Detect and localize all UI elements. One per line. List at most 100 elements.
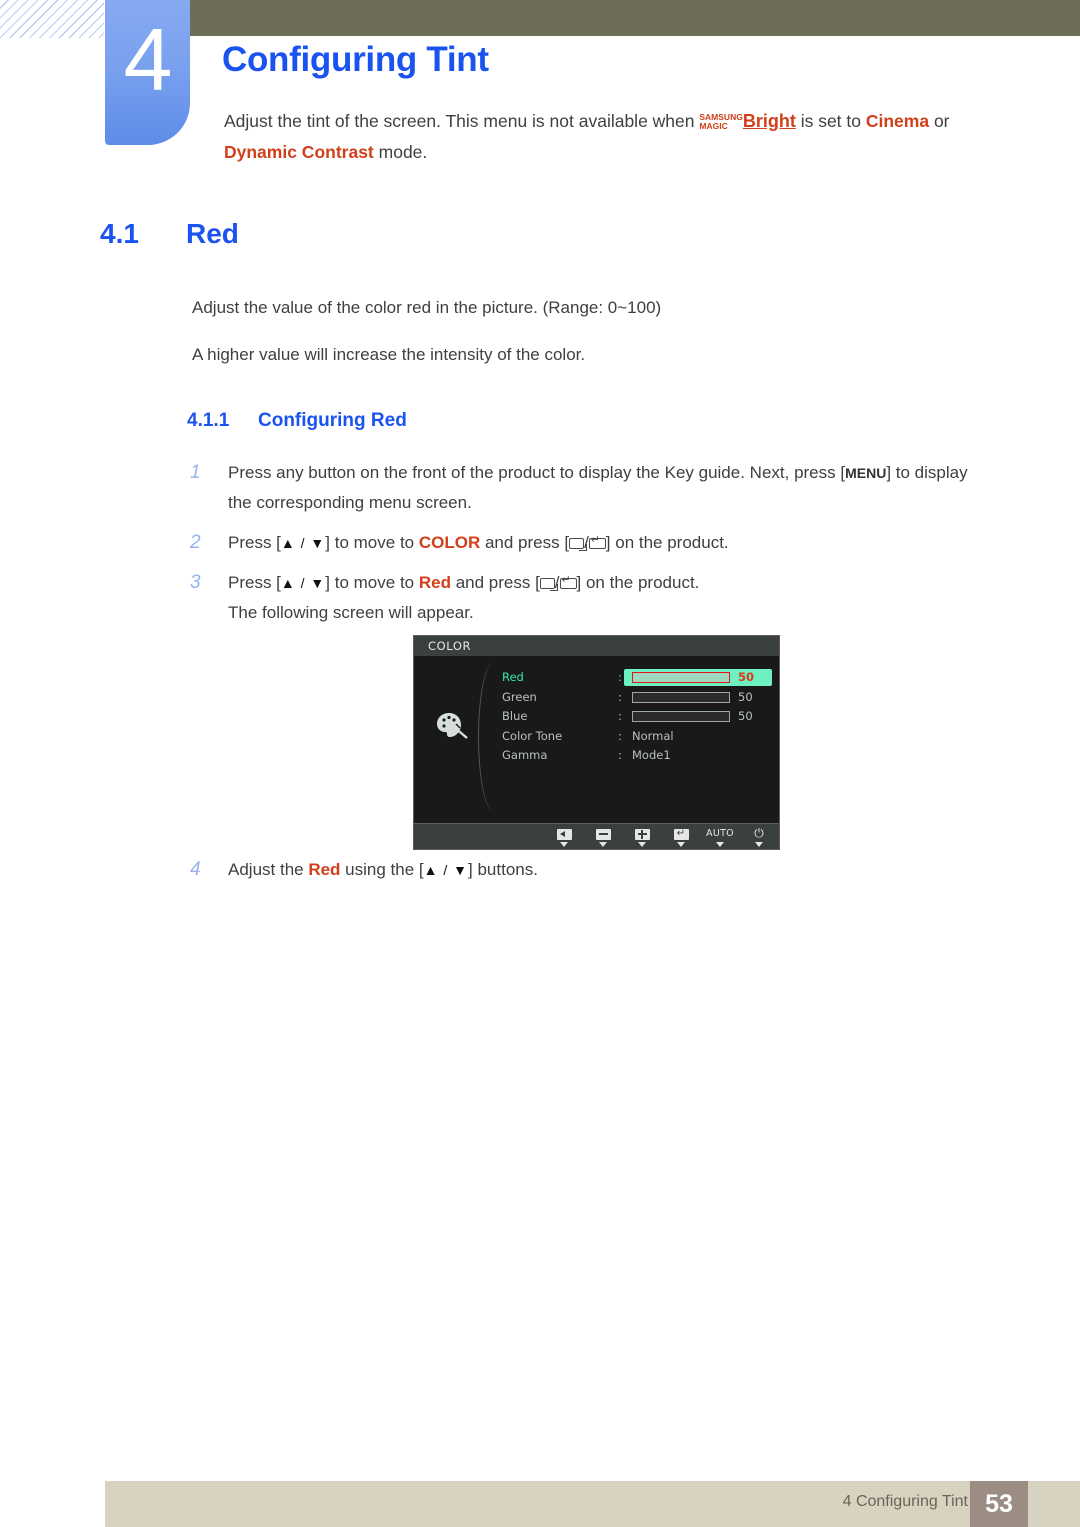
step-text: ] to move to [325, 573, 419, 592]
osd-decorative-curve [478, 662, 505, 812]
step-item: 1 Press any button on the front of the p… [190, 458, 1010, 518]
step-number: 1 [190, 462, 201, 483]
osd-key-auto[interactable]: AUTO [706, 827, 734, 847]
power-icon: ⏻ [754, 826, 764, 840]
osd-row-colon: : [618, 709, 622, 723]
step-text: using the [ [340, 860, 424, 879]
up-down-arrow-icon: ▲ / ▼ [280, 535, 326, 551]
step-item: 4 Adjust the Red using the [▲ / ▼] butto… [190, 855, 928, 885]
step-text: ] buttons. [468, 860, 538, 879]
osd-key-left-arrow[interactable] [550, 827, 578, 847]
osd-row-label: Color Tone [502, 728, 563, 743]
auto-label: AUTO [706, 828, 734, 839]
osd-green-slider[interactable] [632, 691, 730, 703]
osd-title-bar: COLOR [414, 636, 779, 656]
step-text: ] to move to [325, 533, 419, 552]
osd-red-slider[interactable] [632, 672, 730, 683]
footer-chapter-label: 4 Configuring Tint [842, 1493, 968, 1510]
magic-bright-label: Bright [742, 111, 796, 131]
osd-row-colon: : [618, 689, 622, 704]
chapter-intro-paragraph: Adjust the tint of the screen. This menu… [224, 106, 1014, 168]
osd-row-colon: : [618, 748, 622, 762]
step-number: 2 [190, 532, 201, 553]
osd-row-blue[interactable]: Blue : 50 [502, 707, 772, 727]
key-pointer-triangle-icon [716, 842, 724, 847]
step-item: 3 Press [▲ / ▼] to move to Red and press… [190, 568, 1010, 628]
menu-target-red: Red [418, 573, 451, 592]
key-pointer-triangle-icon [755, 842, 763, 847]
step-text: ] on the product. [605, 533, 729, 552]
instruction-steps-list: 1 Press any button on the front of the p… [190, 458, 1010, 638]
osd-row-label: Red [502, 670, 524, 684]
intro-text-part1: Adjust the tint of the screen. This menu… [224, 111, 700, 131]
key-pointer-triangle-icon [638, 842, 646, 847]
subsection-number: 4.1.1 [187, 410, 230, 431]
step-text: Press [ [228, 573, 281, 592]
enter-button-icon [588, 535, 606, 549]
step-number: 4 [190, 859, 201, 880]
section-number: 4.1 [100, 218, 139, 249]
osd-row-colon: : [618, 670, 622, 684]
samsung-magic-logo: SAMSUNG MAGIC [699, 113, 742, 131]
step-text: Adjust the [228, 860, 309, 879]
osd-key-minus[interactable] [589, 827, 617, 847]
section-paragraph-1: Adjust the value of the color red in the… [192, 298, 662, 317]
osd-row-green[interactable]: Green : 50 [502, 688, 772, 708]
enter-icon [667, 827, 695, 840]
osd-row-label: Green [502, 689, 537, 704]
up-down-arrow-icon: ▲ / ▼ [280, 575, 326, 591]
osd-key-power[interactable]: ⏻ [745, 827, 773, 847]
header-olive-bar [190, 0, 1080, 36]
minus-icon [589, 827, 617, 840]
key-pointer-triangle-icon [560, 842, 568, 847]
step-text-line2: the corresponding menu screen. [228, 493, 472, 512]
menu-target-red: Red [308, 860, 341, 879]
osd-row-gamma[interactable]: Gamma : Mode1 [502, 746, 772, 766]
chapter-number-badge: 4 [105, 0, 190, 145]
enter-button-icon [559, 575, 577, 589]
key-pointer-triangle-icon [599, 842, 607, 847]
intro-text-part2: is set to [795, 111, 866, 131]
osd-body: Red : 50 Green : 50 Blue : 50 Color Tone… [414, 656, 779, 823]
step-number: 3 [190, 572, 201, 593]
step-text: ] on the product. [576, 573, 700, 592]
step-item: 2 Press [▲ / ▼] to move to COLOR and pre… [190, 528, 1010, 558]
osd-row-label: Gamma [502, 748, 548, 762]
osd-row-color-tone[interactable]: Color Tone : Normal [502, 727, 772, 747]
osd-color-tone-value: Normal [632, 728, 674, 743]
osd-key-enter[interactable] [667, 827, 695, 847]
term-dynamic-contrast: Dynamic Contrast [224, 142, 374, 162]
osd-row-red[interactable]: Red : 50 [502, 668, 772, 688]
step-text: Press [ [228, 533, 281, 552]
intro-text-part3: or [929, 111, 950, 131]
menu-target-color: COLOR [418, 533, 481, 552]
osd-blue-slider[interactable] [632, 711, 730, 722]
intro-text-part4: mode. [373, 142, 428, 162]
osd-screenshot: COLOR Red : 50 Green : 50 Blue: 50 Colo… [413, 635, 780, 850]
palette-icon [437, 713, 468, 739]
source-button-icon [539, 578, 558, 591]
step-text-line2: The following screen will appear. [228, 603, 474, 622]
osd-key-plus[interactable] [628, 827, 656, 847]
left-arrow-icon [550, 827, 578, 840]
osd-green-value: 50 [738, 689, 753, 704]
osd-row-colon: : [618, 728, 622, 743]
osd-key-guide: AUTO ⏻ [550, 827, 773, 847]
step-text: Press any button on the front of the pro… [228, 463, 846, 482]
step-text: and press [ [450, 573, 540, 592]
chapter-title: Configuring Tint [222, 40, 489, 79]
page-footer: 4 Configuring Tint 53 [105, 1481, 1080, 1527]
osd-key-guide-bar: AUTO ⏻ [414, 823, 779, 849]
osd-gamma-value: Mode1 [632, 748, 671, 762]
osd-blue-value: 50 [738, 709, 753, 723]
osd-row-label: Blue [502, 709, 528, 723]
osd-menu-rows: Red : 50 Green : 50 Blue : 50 Color Tone… [502, 668, 772, 766]
up-down-arrow-icon: ▲ / ▼ [423, 862, 469, 878]
corner-hatch-decoration [0, 0, 104, 38]
section-title: Red [186, 218, 239, 249]
source-button-icon [569, 538, 588, 551]
step-text-tail: ] to display [886, 463, 968, 482]
page-number: 53 [970, 1481, 1028, 1527]
section-paragraph-2: A higher value will increase the intensi… [192, 345, 586, 364]
osd-red-value: 50 [738, 670, 755, 684]
